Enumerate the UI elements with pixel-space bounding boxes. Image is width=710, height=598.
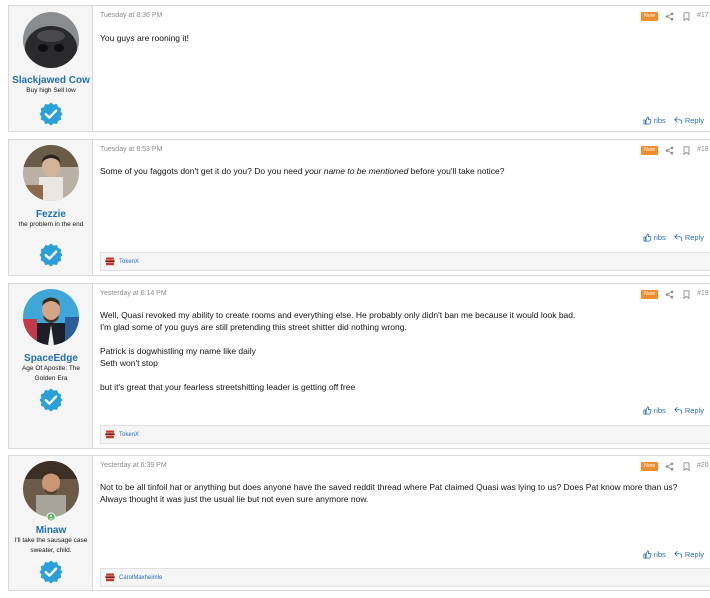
post-actions: ribs Reply xyxy=(643,406,704,415)
post-17: Slackjawed Cow Buy high Sell low Tuesday… xyxy=(8,5,710,132)
post-text: Well, Quasi revoked my ability to create… xyxy=(100,310,576,320)
new-badge: New xyxy=(641,462,658,471)
bookmark-icon[interactable] xyxy=(682,290,691,299)
reply-label: Reply xyxy=(684,550,704,559)
reply-button[interactable]: Reply xyxy=(674,406,704,415)
username[interactable]: SpaceEdge xyxy=(9,353,93,364)
user-sidebar: SpaceEdge Age Of Apostle: The Golden Era xyxy=(9,284,93,448)
ribs-label: ribs xyxy=(653,233,666,242)
username[interactable]: Slackjawed Cow xyxy=(9,75,93,86)
post-actions: ribs Reply xyxy=(643,116,704,125)
ribs-label: ribs xyxy=(653,406,666,415)
post-timestamp[interactable]: Tuesday at 8:53 PM xyxy=(100,146,162,153)
post-actions: ribs Reply xyxy=(643,550,704,559)
online-status-icon xyxy=(46,512,56,522)
ribs-button[interactable]: ribs xyxy=(643,550,666,559)
reply-button[interactable]: Reply xyxy=(674,233,704,242)
user-sidebar: Minaw I'll take the sausage case sweater… xyxy=(9,456,93,590)
post-text-part: before you'll take notice? xyxy=(408,166,505,176)
post-text: Always thought it was just the usual lie… xyxy=(100,494,369,504)
ribs-button[interactable]: ribs xyxy=(643,406,666,415)
thumbs-up-icon xyxy=(643,406,652,415)
share-icon[interactable] xyxy=(665,12,674,21)
bookmark-icon[interactable] xyxy=(682,462,691,471)
reply-label: Reply xyxy=(684,233,704,242)
reply-button[interactable]: Reply xyxy=(674,550,704,559)
post-timestamp[interactable]: Yesterday at 6:14 PM xyxy=(100,290,167,297)
user-title: Buy high Sell low xyxy=(26,87,76,94)
post-20: Minaw I'll take the sausage case sweater… xyxy=(8,455,710,591)
user-title: the problem in the end xyxy=(18,221,84,228)
username[interactable]: Fezzie xyxy=(9,209,93,220)
post-number[interactable]: #18 xyxy=(697,146,709,153)
signature: TokenX xyxy=(100,425,710,444)
post-text-part: Some of you faggots don't get it do you?… xyxy=(100,166,305,176)
post-19: SpaceEdge Age Of Apostle: The Golden Era… xyxy=(8,283,710,449)
post-actions: ribs Reply xyxy=(643,233,704,242)
post-timestamp[interactable]: Yesterday at 6:39 PM xyxy=(100,462,167,469)
post-text: Seth won't stop xyxy=(100,358,158,368)
post-number[interactable]: #19 xyxy=(697,290,709,297)
signature-link[interactable]: TokenX xyxy=(119,259,139,265)
ribs-button[interactable]: ribs xyxy=(643,116,666,125)
post-body: Some of you faggots don't get it do you?… xyxy=(100,165,705,177)
avatar[interactable] xyxy=(23,289,79,345)
reply-icon xyxy=(674,551,682,559)
post-text: Not to be all tinfoil hat or anything bu… xyxy=(100,482,678,492)
reply-label: Reply xyxy=(684,406,704,415)
user-title: Age Of Apostle: The Golden Era xyxy=(21,365,81,382)
post-body: You guys are rooning it! xyxy=(100,32,705,44)
avatar[interactable] xyxy=(23,461,79,517)
post-body: Well, Quasi revoked my ability to create… xyxy=(100,309,705,393)
reply-icon xyxy=(674,117,682,125)
share-icon[interactable] xyxy=(665,290,674,299)
signature: TokenX xyxy=(100,252,710,271)
signature: CarolMaxheimle xyxy=(100,568,710,587)
ribs-label: ribs xyxy=(653,550,666,559)
verified-badge-icon xyxy=(39,243,63,267)
hat-icon xyxy=(105,430,115,439)
ribs-button[interactable]: ribs xyxy=(643,233,666,242)
post-text: You guys are rooning it! xyxy=(100,33,189,43)
user-sidebar: Fezzie the problem in the end xyxy=(9,140,93,275)
post-body: Not to be all tinfoil hat or anything bu… xyxy=(100,481,705,505)
ribs-label: ribs xyxy=(653,116,666,125)
post-text: Some of you faggots don't get it do you?… xyxy=(100,165,705,177)
post-text: I'm glad some of you guys are still pret… xyxy=(100,322,407,332)
post-text-emphasis: your name to be mentioned xyxy=(304,166,409,176)
avatar[interactable] xyxy=(23,12,79,68)
signature-link[interactable]: TokenX xyxy=(119,432,139,438)
share-icon[interactable] xyxy=(665,146,674,155)
bookmark-icon[interactable] xyxy=(682,146,691,155)
post-number[interactable]: #20 xyxy=(697,462,709,469)
thumbs-up-icon xyxy=(643,550,652,559)
thumbs-up-icon xyxy=(643,233,652,242)
new-badge: New xyxy=(641,290,658,299)
new-badge: New xyxy=(641,12,658,21)
reply-label: Reply xyxy=(684,116,704,125)
reply-button[interactable]: Reply xyxy=(674,116,704,125)
avatar[interactable] xyxy=(23,145,79,201)
reply-icon xyxy=(674,407,682,415)
reply-icon xyxy=(674,234,682,242)
thumbs-up-icon xyxy=(643,116,652,125)
signature-link[interactable]: CarolMaxheimle xyxy=(119,575,162,581)
user-title: I'll take the sausage case sweater, chil… xyxy=(14,537,88,554)
user-sidebar: Slackjawed Cow Buy high Sell low xyxy=(9,6,93,131)
post-18: Fezzie the problem in the end Tuesday at… xyxy=(8,139,710,276)
post-text: Patrick is dogwhistling my name like dai… xyxy=(100,346,256,356)
username[interactable]: Minaw xyxy=(9,525,93,536)
hat-icon xyxy=(105,257,115,266)
post-text: but it's great that your fearless street… xyxy=(100,382,356,392)
bookmark-icon[interactable] xyxy=(682,12,691,21)
share-icon[interactable] xyxy=(665,462,674,471)
hat-icon xyxy=(105,573,115,582)
post-timestamp[interactable]: Tuesday at 8:36 PM xyxy=(100,12,162,19)
verified-badge-icon xyxy=(39,388,63,412)
verified-badge-icon xyxy=(39,560,63,584)
post-number[interactable]: #17 xyxy=(697,12,709,19)
verified-badge-icon xyxy=(39,102,63,126)
new-badge: New xyxy=(641,146,658,155)
